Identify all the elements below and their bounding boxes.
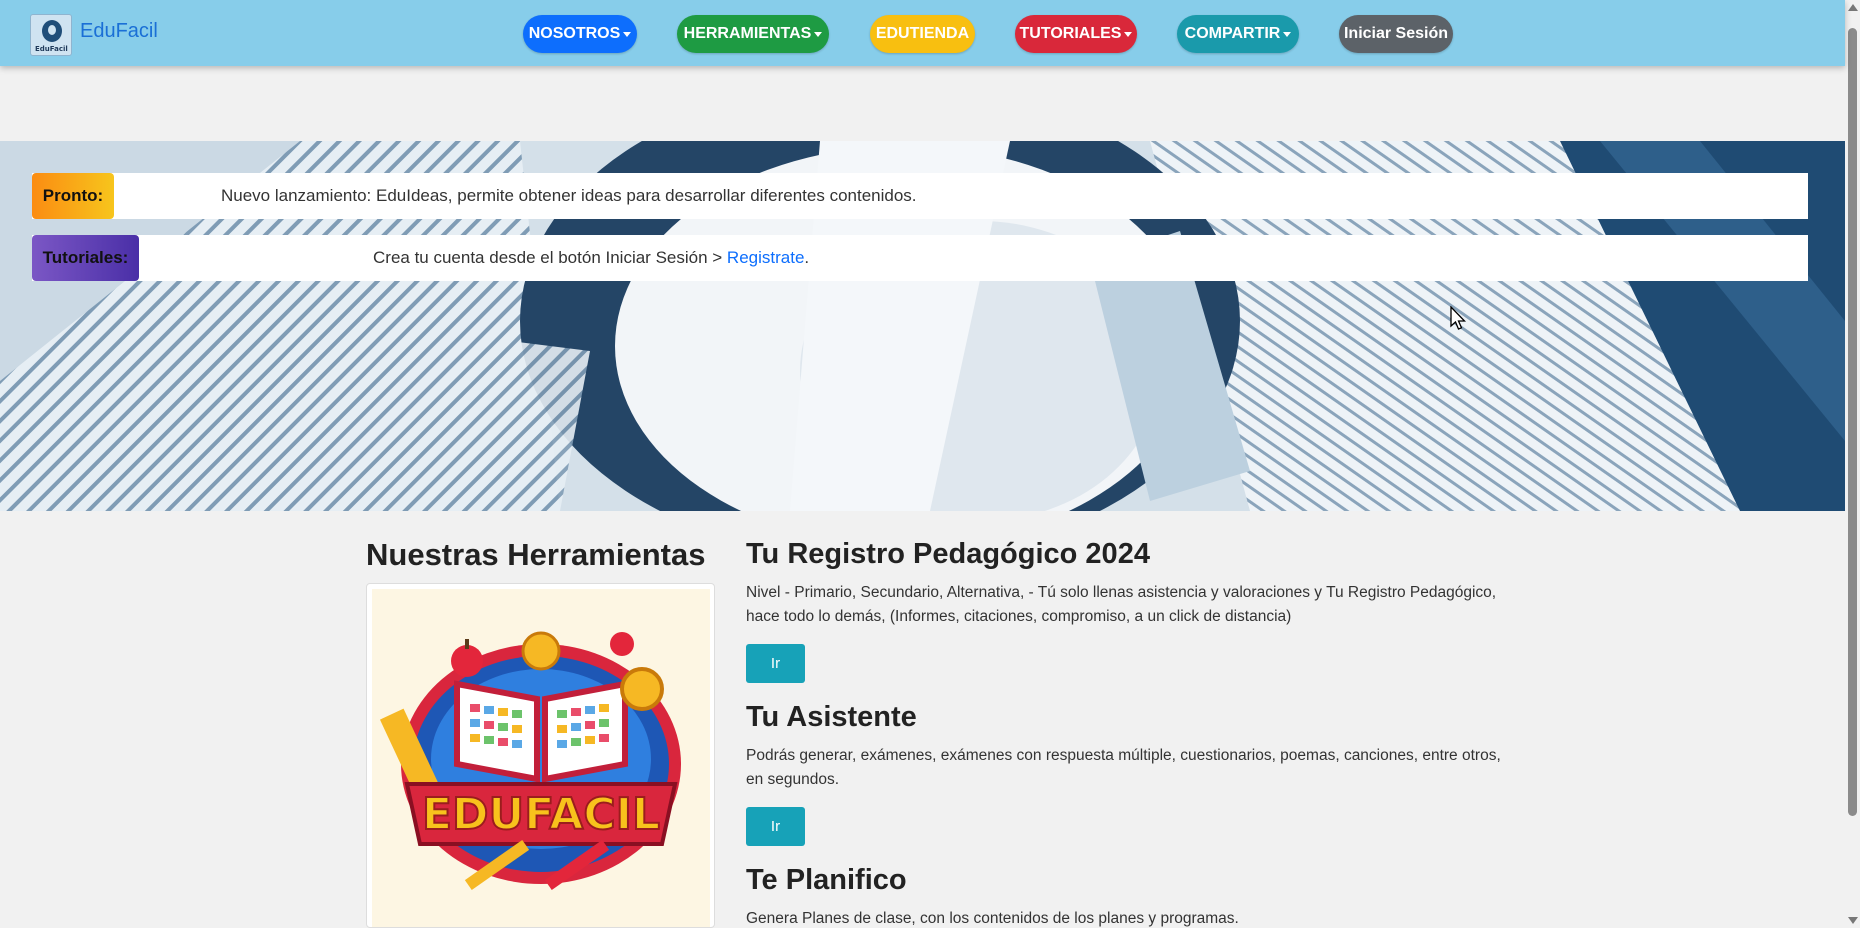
tool-te-planifico: Te Planifico Genera Planes de clase, con…	[746, 864, 1506, 928]
tool-tu-asistente: Tu Asistente Podrás generar, exámenes, e…	[746, 701, 1506, 846]
tutoriales-text-before: Crea tu cuenta desde el botón Iniciar Se…	[373, 248, 727, 267]
caret-down-icon	[623, 31, 632, 37]
caret-down-icon	[814, 31, 823, 37]
registrate-link[interactable]: Registrate	[727, 248, 804, 267]
nav-edutienda-label: EDUTIENDA	[875, 25, 970, 42]
login-button[interactable]: Iniciar Sesión	[1339, 15, 1453, 53]
nav-compartir-dropdown[interactable]: COMPARTIR	[1177, 15, 1299, 53]
page-scrollbar[interactable]	[1845, 0, 1860, 928]
pronto-badge: Pronto:	[32, 173, 114, 219]
nav-edutienda-button[interactable]: EDUTIENDA	[870, 15, 975, 53]
nav-nosotros-dropdown[interactable]: NOSOTROS	[523, 15, 637, 53]
logo-title-text: EDUFACIL	[422, 789, 660, 840]
scrollbar-thumb[interactable]	[1848, 28, 1857, 816]
edufacil-logo-image: EDUFACIL	[372, 589, 710, 927]
tool-registro-pedagogico: Tu Registro Pedagógico 2024 Nivel - Prim…	[746, 538, 1506, 683]
tool-title: Te Planifico	[746, 864, 907, 896]
tool-title: Tu Asistente	[746, 701, 917, 733]
brand-logo-icon: EduFacil	[30, 14, 72, 56]
brand-logo-text: EduFacil	[35, 45, 68, 53]
top-navbar: EduFacil EduFacil NOSOTROS HERRAMIENTAS …	[0, 0, 1845, 66]
scroll-up-icon[interactable]	[1848, 4, 1858, 11]
brand-link[interactable]: EduFacil EduFacil	[30, 14, 158, 56]
caret-down-icon	[1283, 31, 1292, 37]
caret-down-icon	[1124, 31, 1133, 37]
tool-description: Genera Planes de clase, con los contenid…	[746, 910, 1239, 927]
notice-pronto: Pronto: Nuevo lanzamiento: EduIdeas, per…	[32, 173, 1808, 219]
brand-name: EduFacil	[80, 19, 158, 42]
tutoriales-badge: Tutoriales:	[32, 235, 139, 281]
nav-tutoriales-label: TUTORIALES	[1019, 25, 1122, 42]
nav-nosotros-label: NOSOTROS	[528, 25, 621, 42]
registro-ir-button[interactable]: Ir	[746, 644, 805, 683]
tool-description: Nivel - Primario, Secundario, Alternativ…	[746, 584, 1497, 625]
nav-herramientas-dropdown[interactable]: HERRAMIENTAS	[677, 15, 829, 53]
tools-logo-card: EDUFACIL	[366, 583, 715, 928]
nav-herramientas-label: HERRAMIENTAS	[683, 25, 812, 42]
tool-title: Tu Registro Pedagógico 2024	[746, 538, 1150, 570]
notice-tutoriales: Tutoriales: Crea tu cuenta desde el botó…	[32, 235, 1808, 281]
tool-description: Podrás generar, exámenes, exámenes con r…	[746, 747, 1501, 788]
mouse-cursor-icon	[1450, 306, 1467, 330]
scroll-down-icon[interactable]	[1848, 917, 1858, 924]
nav-tutoriales-dropdown[interactable]: TUTORIALES	[1015, 15, 1137, 53]
tutoriales-notice-text: Crea tu cuenta desde el botón Iniciar Se…	[373, 248, 809, 268]
tutoriales-text-after: .	[804, 248, 810, 267]
tools-section-title: Nuestras Herramientas	[366, 537, 706, 572]
nav-compartir-label: COMPARTIR	[1184, 25, 1281, 42]
asistente-ir-button[interactable]: Ir	[746, 807, 805, 846]
pronto-notice-text: Nuevo lanzamiento: EduIdeas, permite obt…	[221, 186, 917, 205]
